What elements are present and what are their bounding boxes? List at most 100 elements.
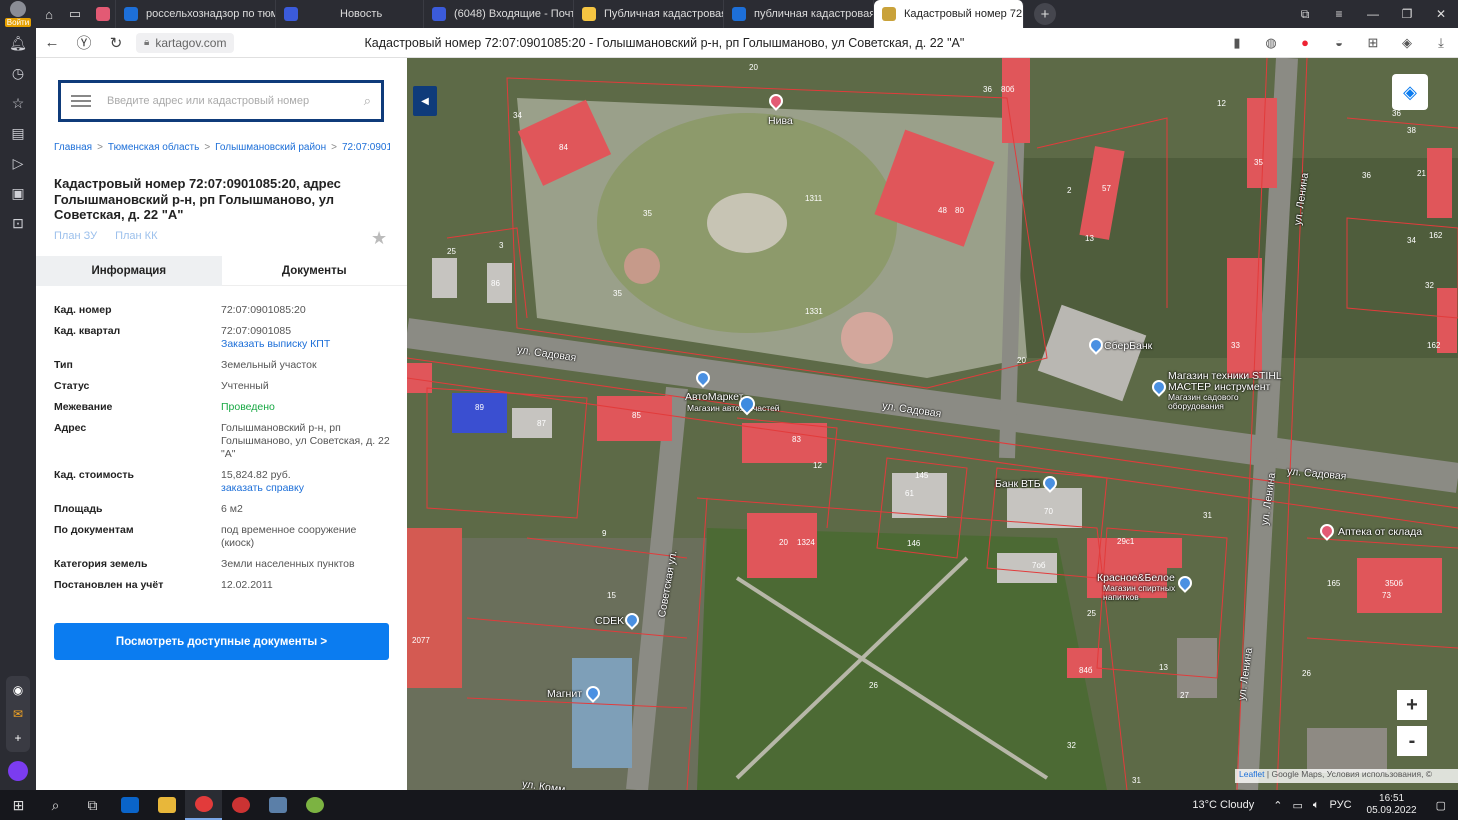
poi-label-avtomarket[interactable]: АвтоМаркет <box>685 391 743 403</box>
new-tab-button[interactable]: + <box>1034 3 1056 25</box>
weather-widget[interactable]: 13°C Cloudy <box>1192 799 1254 811</box>
assistant-icon[interactable] <box>8 761 28 781</box>
poi-label-magnit[interactable]: Магнит <box>547 688 582 700</box>
screenshot-icon[interactable]: ⊡ <box>0 208 36 238</box>
tab-1[interactable]: россельхознадзор по тюм <box>116 0 276 28</box>
close-window-icon[interactable]: ✕ <box>1424 0 1458 28</box>
prop-key: Тип <box>54 359 73 371</box>
bell-icon[interactable]: 🔔︎ <box>0 28 36 58</box>
app-icon[interactable] <box>222 790 259 820</box>
outlook-icon[interactable] <box>111 790 148 820</box>
file-explorer-icon[interactable] <box>148 790 185 820</box>
svg-text:2: 2 <box>1067 186 1072 195</box>
url-field[interactable]: 🔒︎ kartagov.com <box>136 32 235 53</box>
language-indicator[interactable]: РУС <box>1330 799 1352 811</box>
history-icon[interactable]: ◷ <box>0 58 36 88</box>
tab-info[interactable]: Информация <box>36 256 222 286</box>
bookmark-icon[interactable]: ▮ <box>1220 28 1254 58</box>
menu-icon[interactable]: ≡ <box>1322 0 1356 28</box>
prop-row: По документам под временное сооружение (к… <box>54 524 394 550</box>
breadcrumb-district[interactable]: Голышмановский район <box>215 142 326 153</box>
svg-text:12: 12 <box>813 461 822 470</box>
poi-label-stihl[interactable]: Магазин техники STIHL МАСТЕР инструмент <box>1168 371 1298 393</box>
extension-icon[interactable]: ◈ <box>1390 28 1424 58</box>
tabs-icon[interactable]: ⧉ <box>1288 0 1322 28</box>
tab-documents[interactable]: Документы <box>221 256 407 286</box>
notifications-icon[interactable]: ▢ <box>1436 799 1446 812</box>
network-icon[interactable]: ▭ <box>1292 799 1302 812</box>
breadcrumb-region[interactable]: Тюменская область <box>108 142 199 153</box>
tab-3[interactable]: (6048) Входящие - Почта <box>424 0 574 28</box>
collapse-panel-button[interactable]: ◀ <box>413 86 437 116</box>
restore-icon[interactable]: ❐ <box>1390 0 1424 28</box>
clock[interactable]: 16:51 05.09.2022 <box>1367 793 1417 817</box>
page-title: Кадастровый номер 72:07:0901085:20 - Гол… <box>364 35 965 50</box>
prop-row: Тип Земельный участок <box>54 359 394 372</box>
leaflet-link[interactable]: Leaflet <box>1239 769 1265 779</box>
poi-label-cdek[interactable]: CDEK <box>595 615 624 627</box>
layers-icon[interactable]: ◈ <box>1392 74 1428 110</box>
app-icon[interactable]: ◉ <box>6 678 30 702</box>
breadcrumb-current[interactable]: 72:07:0901085:20 <box>342 142 390 153</box>
zoom-out-button[interactable]: - <box>1397 726 1427 756</box>
poi-label-sberbank[interactable]: СберБанк <box>1104 340 1152 352</box>
tab-active[interactable]: Кадастровый номер 72✕ <box>874 0 1024 28</box>
extension-icon[interactable]: ⊞ <box>1356 28 1390 58</box>
extension-icon[interactable]: ● <box>1288 28 1322 58</box>
add-icon[interactable]: + <box>6 726 30 750</box>
breadcrumb-home[interactable]: Главная <box>54 142 92 153</box>
prop-key: Статус <box>54 380 90 392</box>
view-documents-button[interactable]: Посмотреть доступные документы > <box>54 623 389 660</box>
poi-label-apteka[interactable]: Аптека от склада <box>1338 526 1422 538</box>
back-icon[interactable]: ← <box>36 28 68 58</box>
zoom-in-button[interactable]: + <box>1397 690 1427 720</box>
order-kpt-link[interactable]: Заказать выписку КПТ <box>221 338 391 351</box>
reload-icon[interactable]: ↻ <box>100 28 132 58</box>
chevron-up-icon[interactable]: ⌃ <box>1273 799 1282 812</box>
svg-text:25: 25 <box>1087 609 1096 618</box>
prop-key: Категория земель <box>54 558 148 570</box>
tab-5[interactable]: публичная кадастровая к <box>724 0 874 28</box>
profile-button[interactable]: Войти <box>0 0 36 28</box>
favorite-star-icon[interactable]: ★ <box>371 228 387 249</box>
order-certificate-link[interactable]: заказать справку <box>221 482 391 495</box>
app-icon[interactable] <box>296 790 333 820</box>
mail-icon[interactable]: ✉ <box>6 702 30 726</box>
satellite-map[interactable]: 84 35 35 1311 1331 3 25 86 89 87 85 83 12 61 145 1… <box>407 58 1458 790</box>
video-icon[interactable]: ▷ <box>0 148 36 178</box>
calendar-icon[interactable]: ▣ <box>0 178 36 208</box>
search-icon[interactable]: ⌕ <box>37 790 74 820</box>
tab-favicon <box>582 7 596 21</box>
poi-label-niva[interactable]: Нива <box>768 115 793 127</box>
tab-4[interactable]: Публичная кадастровая к <box>574 0 724 28</box>
app-icon[interactable] <box>259 790 296 820</box>
plan-kk-link[interactable]: План КК <box>115 230 157 242</box>
home-icon[interactable]: ⌂ <box>36 0 62 28</box>
prop-value: Голышмановский р-н, рп Голышманово, ул С… <box>221 422 390 460</box>
download-icon[interactable]: ⤓ <box>1424 28 1458 58</box>
plan-zu-link[interactable]: План ЗУ <box>54 230 97 242</box>
tab-2[interactable]: Новость <box>276 0 424 28</box>
attribution-text: | Google Maps, Условия использования, © <box>1264 769 1433 779</box>
bookmark-star-icon[interactable]: ☆ <box>0 88 36 118</box>
svg-text:31: 31 <box>1132 776 1141 785</box>
search-input[interactable] <box>107 95 327 107</box>
collections-icon[interactable]: ▤ <box>0 118 36 148</box>
task-view-icon[interactable]: ⧉ <box>74 790 111 820</box>
extension-icon[interactable]: ◍ <box>1254 28 1288 58</box>
minimize-icon[interactable]: — <box>1356 0 1390 28</box>
windows-start-icon[interactable]: ⊞ <box>0 790 37 820</box>
menu-icon[interactable] <box>71 95 91 107</box>
yandex-icon[interactable]: Ⓨ <box>68 28 100 58</box>
prop-key: Площадь <box>54 503 103 515</box>
svg-text:350б: 350б <box>1385 579 1403 588</box>
search-icon[interactable]: ⌕ <box>364 93 371 109</box>
volume-icon[interactable]: 🔈︎ <box>1313 799 1320 812</box>
folder-icon[interactable]: ▭ <box>62 0 88 28</box>
yandex-browser-icon[interactable] <box>185 790 222 820</box>
svg-text:20: 20 <box>1017 356 1026 365</box>
profile-label: Войти <box>4 18 32 27</box>
pinned-tab[interactable] <box>88 0 116 28</box>
poi-label-vtb[interactable]: Банк ВТБ <box>995 478 1041 490</box>
extension-icon[interactable]: ◒ <box>1322 28 1356 58</box>
